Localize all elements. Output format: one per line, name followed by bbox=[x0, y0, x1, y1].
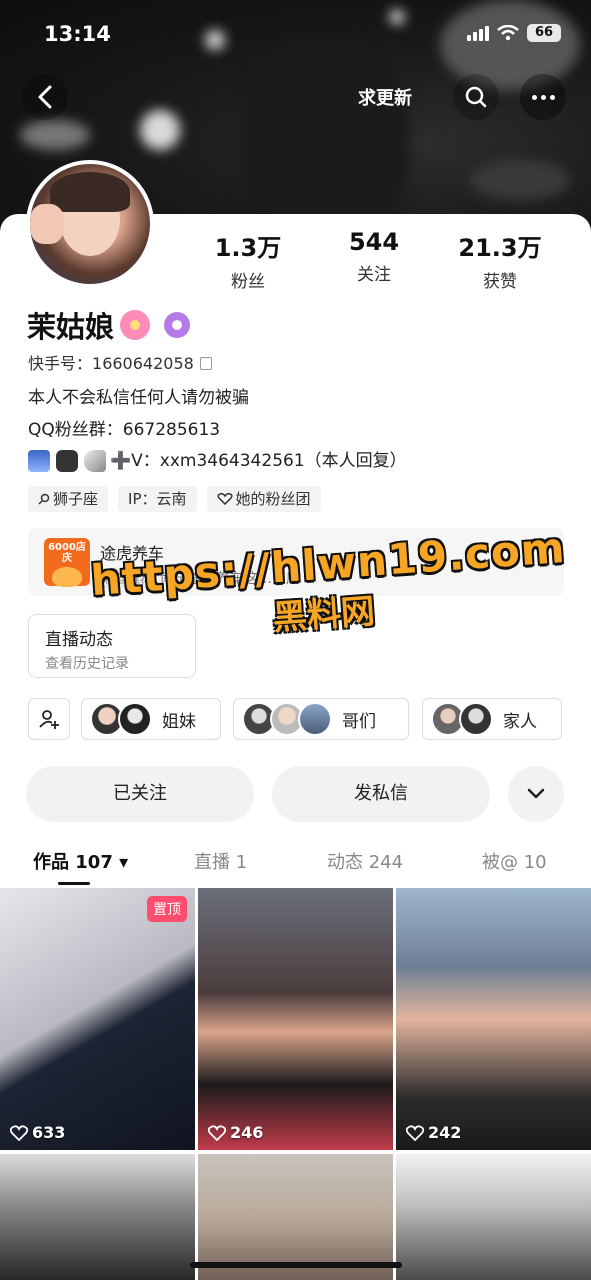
add-relation-button[interactable] bbox=[28, 698, 70, 740]
like-count: 633 bbox=[10, 1123, 65, 1142]
relation-label: 姐妹 bbox=[162, 711, 196, 732]
search-icon bbox=[465, 86, 487, 108]
search-button[interactable] bbox=[453, 74, 499, 120]
home-indicator bbox=[190, 1262, 402, 1268]
sneaker-icon bbox=[84, 450, 106, 472]
profile-name: 茉姑娘 bbox=[27, 310, 115, 344]
kuaishou-id-label: 快手号： bbox=[28, 354, 93, 373]
profile-name-row: 茉姑娘 bbox=[27, 304, 191, 346]
tag-zodiac[interactable]: 狮子座 bbox=[28, 486, 109, 512]
more-options-button[interactable] bbox=[520, 74, 566, 120]
watch-icon bbox=[56, 450, 78, 472]
video-grid: 置顶 633 246 242 bbox=[0, 888, 591, 1280]
like-count-value: 633 bbox=[32, 1123, 66, 1142]
relation-brothers[interactable]: 哥们 bbox=[233, 698, 409, 740]
add-user-icon bbox=[39, 710, 59, 729]
send-message-button[interactable]: 发私信 bbox=[272, 766, 490, 822]
level-badge-icon[interactable] bbox=[164, 312, 191, 338]
shirt-icon bbox=[28, 450, 50, 472]
relations-row: 姐妹 哥们 家人 bbox=[28, 698, 564, 740]
tab-mentions[interactable]: 被@ 10 bbox=[482, 848, 547, 874]
tab-works[interactable]: 作品 107 ▾ bbox=[33, 848, 128, 874]
tag-label: 她的粉丝团 bbox=[235, 490, 311, 508]
pinned-badge: 置顶 bbox=[147, 896, 187, 922]
tag-label: IP：云南 bbox=[128, 490, 187, 508]
bio-line-3: ➕V：xxm3464342561（本人回复） bbox=[110, 451, 407, 471]
like-count: 242 bbox=[406, 1123, 461, 1142]
video-thumbnail[interactable]: 置顶 633 bbox=[0, 888, 195, 1150]
status-bar: 13:14 66 bbox=[0, 0, 591, 70]
kuaishou-id-row[interactable]: 快手号：1660642058 bbox=[28, 350, 212, 374]
followed-button[interactable]: 已关注 bbox=[26, 766, 254, 822]
flower-icon bbox=[120, 310, 151, 340]
top-nav: 求更新 bbox=[0, 72, 591, 122]
like-count-value: 242 bbox=[428, 1123, 462, 1142]
avatar bbox=[459, 702, 493, 736]
heart-icon bbox=[216, 493, 233, 506]
video-thumbnail[interactable]: 242 bbox=[396, 888, 591, 1150]
back-button[interactable] bbox=[22, 74, 68, 120]
avatar bbox=[298, 702, 332, 736]
content-tabs: 作品 107 ▾ 直播 1 动态 244 被@ 10 bbox=[0, 840, 591, 886]
dot-icon bbox=[549, 94, 555, 100]
like-count-value: 246 bbox=[230, 1123, 264, 1142]
relation-family[interactable]: 家人 bbox=[422, 698, 562, 740]
live-subtitle: 查看历史记录 bbox=[45, 656, 129, 672]
stat-likes[interactable]: 21.3万 获赞 bbox=[445, 228, 555, 292]
chevron-down-icon bbox=[527, 788, 545, 799]
relation-sisters[interactable]: 姐妹 bbox=[81, 698, 221, 740]
heart-icon bbox=[10, 1124, 28, 1141]
copy-icon[interactable] bbox=[199, 357, 212, 370]
video-thumbnail[interactable] bbox=[0, 1154, 195, 1280]
like-count: 246 bbox=[208, 1123, 263, 1142]
stat-label: 获赞 bbox=[483, 272, 517, 292]
tab-live[interactable]: 直播 1 bbox=[194, 848, 247, 874]
tab-moments[interactable]: 动态 244 bbox=[327, 848, 403, 874]
active-tab-indicator bbox=[58, 882, 90, 885]
bio-line-1: 本人不会私信任何人请勿被骗 bbox=[28, 388, 249, 408]
expand-button[interactable] bbox=[508, 766, 564, 822]
shop-logo: 6000店庆 bbox=[44, 538, 90, 587]
status-time: 13:14 bbox=[44, 22, 111, 46]
tag-ip-location: IP：云南 bbox=[118, 486, 197, 512]
request-update-button[interactable]: 求更新 bbox=[358, 84, 412, 110]
signal-icon bbox=[467, 25, 489, 41]
relation-label: 哥们 bbox=[342, 711, 376, 732]
avatar[interactable] bbox=[26, 160, 154, 288]
tag-fan-club[interactable]: 她的粉丝团 bbox=[206, 486, 321, 512]
tag-label: 狮子座 bbox=[53, 490, 99, 508]
stat-value: 21.3万 bbox=[458, 234, 542, 262]
wifi-icon bbox=[497, 25, 519, 41]
avatar bbox=[118, 702, 152, 736]
tiger-icon bbox=[52, 567, 82, 587]
heart-icon bbox=[406, 1124, 424, 1141]
stat-value: 544 bbox=[348, 228, 400, 256]
shop-logo-text: 6000店庆 bbox=[48, 542, 86, 564]
bio-line-3-row: ➕V：xxm3464342561（本人回复） bbox=[28, 446, 407, 472]
stat-value: 1.3万 bbox=[214, 234, 282, 262]
stat-following[interactable]: 544 关注 bbox=[319, 228, 429, 285]
action-buttons: 已关注 发私信 bbox=[26, 766, 566, 822]
kuaishou-id: 1660642058 bbox=[92, 354, 194, 373]
search-icon bbox=[38, 493, 50, 505]
heart-icon bbox=[208, 1124, 226, 1141]
dot-icon bbox=[540, 94, 546, 100]
dot-icon bbox=[531, 94, 537, 100]
battery-indicator: 66 bbox=[527, 24, 561, 42]
profile-tags: 狮子座 IP：云南 她的粉丝团 bbox=[28, 486, 321, 512]
stat-followers[interactable]: 1.3万 粉丝 bbox=[193, 228, 303, 292]
video-thumbnail[interactable]: 246 bbox=[198, 888, 393, 1150]
stat-label: 粉丝 bbox=[231, 272, 265, 292]
relation-label: 家人 bbox=[503, 711, 537, 732]
chevron-left-icon bbox=[38, 85, 52, 109]
bio-line-2: QQ粉丝群：667285613 bbox=[28, 420, 221, 440]
video-thumbnail[interactable] bbox=[396, 1154, 591, 1280]
stat-label: 关注 bbox=[357, 265, 391, 285]
